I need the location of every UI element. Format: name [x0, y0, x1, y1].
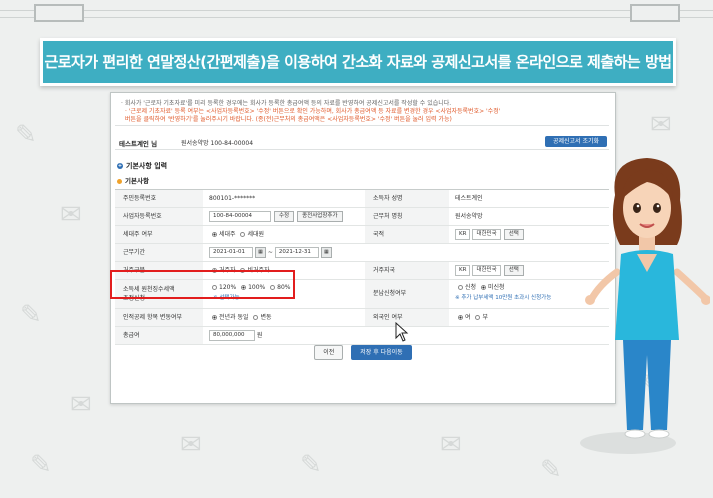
- page-title-banner: 근로자가 편리한 연말정산(간편제출)을 이용하여 간소화 자료와 공제신고서를…: [40, 38, 676, 86]
- nationality-label: 국적: [365, 226, 449, 243]
- installment-label: 분납신청여부: [365, 280, 449, 308]
- residence-country-cell: KR 대한민국 선택: [455, 262, 524, 279]
- nationality-code: KR: [455, 229, 471, 240]
- form-row: 근무기간 2021-01-01 ▦ ~ 2021-12-31 ▦: [115, 244, 609, 262]
- pencil-icon: ✎: [30, 450, 52, 480]
- calendar-icon[interactable]: ▦: [320, 247, 332, 258]
- guide-character-icon: [585, 158, 710, 439]
- business-number-label: 사업자등록번호: [115, 208, 203, 225]
- deduction-change-options: 전년과 동일 변동: [209, 309, 271, 326]
- edit-button[interactable]: 수정: [274, 211, 295, 222]
- changed-radio[interactable]: [253, 315, 259, 320]
- residence-country-label: 거주지국: [365, 262, 449, 279]
- total-salary-input[interactable]: 80,000,000: [209, 330, 255, 341]
- period-separator: ~: [267, 249, 273, 256]
- corner-ornament-left: [34, 4, 84, 22]
- notice-line-3: 버튼을 클릭하여 '반영하기'를 눌러주시기 바랍니다. (종(전)근무처의 총…: [125, 116, 452, 123]
- company-info: 원서송약망 100-84-00004: [181, 140, 254, 147]
- pencil-icon: ✎: [15, 120, 37, 150]
- bullet-icon: [117, 178, 122, 184]
- paper-icon: ✉: [180, 430, 202, 460]
- residence-country-name: 대한민국: [472, 265, 501, 276]
- taxpayer-name-value: 테스트계인: [455, 195, 483, 202]
- installment-apply-radio[interactable]: [458, 285, 463, 290]
- paper-icon: ✉: [60, 200, 82, 230]
- household-head-label: 세대주 여부: [115, 226, 203, 243]
- tax-form-window: · 회사가 '근로자 기초자료'를 미리 등록한 경우에는 회사가 등록한 총급…: [110, 92, 616, 404]
- business-number-cell: 100-84-00004 수정 종전사업장추가: [209, 208, 343, 225]
- user-name: 테스트계인 님: [119, 140, 158, 148]
- installment-none-radio[interactable]: [480, 285, 486, 290]
- work-period-label: 근무기간: [115, 244, 203, 261]
- period-start-input[interactable]: 2021-01-01: [209, 247, 253, 258]
- top-decoration-bar: [0, 10, 713, 18]
- paper-icon: ✉: [70, 390, 92, 420]
- household-member-radio[interactable]: [240, 232, 246, 237]
- work-period-cell: 2021-01-01 ▦ ~ 2021-12-31 ▦: [209, 244, 332, 261]
- plus-icon: +: [117, 163, 123, 169]
- subsection-title: 기본사항: [117, 175, 149, 185]
- basic-info-form: 주민등록번호 800101-******* 소득자 성명 테스트계인 사업자등록…: [115, 189, 609, 345]
- nationality-select-button[interactable]: 선택: [503, 229, 524, 240]
- nationality-name: 대한민국: [472, 229, 501, 240]
- calendar-icon[interactable]: ▦: [255, 247, 266, 258]
- installment-options: 신청 미신청 ※ 추가 납부세액 10만원 초과시 신청가능: [455, 280, 551, 308]
- nationality-cell: KR 대한민국 선택: [455, 226, 524, 243]
- previous-button[interactable]: 이전: [314, 345, 344, 360]
- corner-ornament-right: [630, 4, 680, 22]
- period-end-input[interactable]: 2021-12-31: [274, 247, 319, 258]
- residence-country-code: KR: [455, 265, 471, 276]
- company-bar: 테스트계인 님 원서송약망 100-84-00004 공제신고서 조기화: [115, 135, 609, 150]
- notice-box: · 회사가 '근로자 기초자료'를 미리 등록한 경우에는 회사가 등록한 총급…: [115, 95, 609, 126]
- save-and-next-button[interactable]: 저장 후 다음이동: [351, 345, 412, 360]
- section-title: + 기본사항 입력: [117, 162, 168, 170]
- paper-icon: ✉: [440, 430, 462, 460]
- workplace-name-label: 근무처 명칭: [365, 208, 449, 225]
- paper-icon: ✉: [650, 110, 672, 140]
- highlight-box: [110, 270, 295, 299]
- form-row: 사업자등록번호 100-84-00004 수정 종전사업장추가 근무처 명칭 원서송…: [115, 208, 609, 226]
- form-row: 인적공제 항목 변동여부 전년과 동일 변동 외국인 여부 여 부: [115, 309, 609, 327]
- form-row: 총급여 80,000,000 원: [115, 327, 609, 345]
- resident-number-value: 800101-*******: [209, 195, 256, 202]
- total-salary-cell: 80,000,000 원: [209, 327, 262, 344]
- add-previous-workplace-button[interactable]: 종전사업장추가: [297, 211, 343, 222]
- same-as-last-year-radio[interactable]: [212, 315, 217, 320]
- bottom-actions: 이전 저장 후 다음이동: [111, 345, 615, 360]
- resident-number-label: 주민등록번호: [115, 190, 203, 207]
- salary-unit: 원: [256, 332, 263, 339]
- workplace-name-value: 원서송약망: [455, 213, 483, 220]
- foreigner-options: 여 부: [455, 309, 488, 326]
- pencil-icon: ✎: [300, 450, 322, 480]
- household-head-options: 세대주 세대원: [209, 226, 264, 243]
- foreigner-yes-radio[interactable]: [458, 315, 463, 320]
- mouse-cursor-icon: [395, 322, 409, 342]
- total-salary-label: 총급여: [115, 327, 203, 344]
- pencil-icon: ✎: [20, 300, 42, 330]
- business-number-input[interactable]: 100-84-00004: [209, 211, 271, 222]
- taxpayer-name-label: 소득자 성명: [365, 190, 449, 207]
- form-row: 세대주 여부 세대주 세대원 국적 KR 대한민국 선택: [115, 226, 609, 244]
- deduction-change-label: 인적공제 항목 변동여부: [115, 309, 203, 326]
- foreigner-no-radio[interactable]: [475, 315, 481, 320]
- pencil-icon: ✎: [540, 455, 562, 485]
- installment-note: ※ 추가 납부세액 10만원 초과시 신청가능: [455, 295, 552, 301]
- reset-form-button[interactable]: 공제신고서 조기화: [545, 136, 607, 147]
- household-head-radio[interactable]: [212, 232, 217, 237]
- form-row: 주민등록번호 800101-******* 소득자 성명 테스트계인: [115, 190, 609, 208]
- residence-country-select-button[interactable]: 선택: [503, 265, 524, 276]
